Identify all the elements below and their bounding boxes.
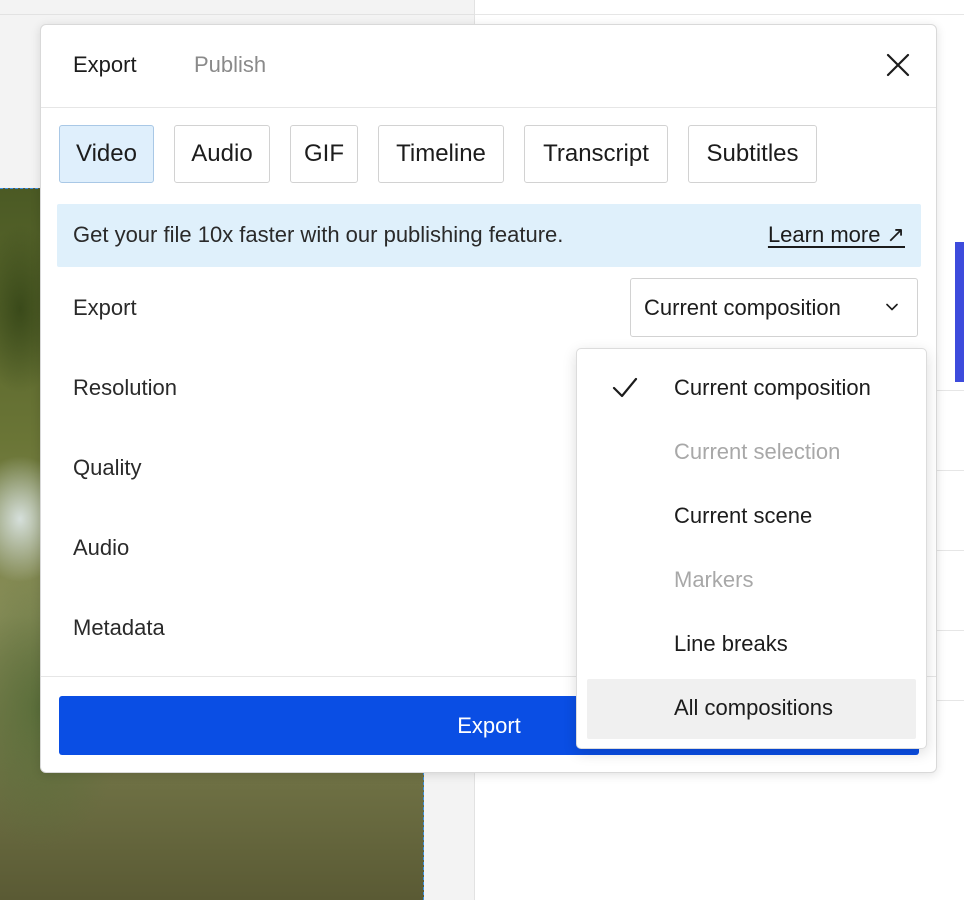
menu-item-label: Current scene — [674, 503, 813, 528]
menu-item-label: Current selection — [674, 439, 841, 464]
resolution-label: Resolution — [73, 375, 177, 400]
menu-item-label: Current composition — [674, 375, 871, 400]
close-button[interactable] — [882, 49, 914, 81]
tab-export[interactable]: Export — [73, 52, 137, 78]
learn-more-link[interactable]: Learn more ↗ — [768, 222, 905, 248]
tab-publish[interactable]: Publish — [194, 52, 266, 78]
quality-label: Quality — [73, 455, 142, 480]
close-icon — [886, 53, 910, 77]
format-subtitles-button[interactable]: Subtitles — [688, 125, 817, 183]
export-scope-value: Current composition — [644, 295, 841, 320]
export-scope-menu: Current composition Current selection Cu… — [576, 348, 927, 749]
format-gif-button[interactable]: GIF — [290, 125, 358, 183]
menu-item-current-scene[interactable]: Current scene — [587, 487, 916, 547]
menu-item-label: Line breaks — [674, 631, 788, 656]
menu-item-all-compositions[interactable]: All compositions — [587, 679, 916, 739]
banner-text: Get your file 10x faster with our publis… — [73, 222, 564, 247]
panel-accent-bar — [955, 242, 964, 382]
format-audio-button[interactable]: Audio — [174, 125, 270, 183]
menu-item-current-selection: Current selection — [587, 423, 916, 483]
checkmark-icon — [612, 377, 638, 398]
panel-divider — [475, 14, 964, 15]
chevron-down-icon — [886, 303, 898, 311]
audio-label: Audio — [73, 535, 130, 560]
menu-item-label: Markers — [674, 567, 754, 592]
format-video-button[interactable]: Video — [59, 125, 154, 183]
export-scope-select[interactable]: Current composition — [630, 278, 918, 337]
metadata-label: Metadata — [73, 615, 165, 640]
publish-promo-banner: Get your file 10x faster with our publis… — [57, 204, 921, 267]
menu-item-line-breaks[interactable]: Line breaks — [587, 615, 916, 675]
menu-item-markers: Markers — [587, 551, 916, 611]
format-selector: Video Audio GIF Timeline Transcript Subt… — [59, 125, 817, 185]
export-label: Export — [73, 295, 137, 320]
menu-item-label: All compositions — [674, 695, 833, 720]
menu-item-current-composition[interactable]: Current composition — [587, 359, 916, 419]
format-timeline-button[interactable]: Timeline — [378, 125, 504, 183]
format-transcript-button[interactable]: Transcript — [524, 125, 668, 183]
dialog-header: Export Publish — [41, 25, 936, 108]
